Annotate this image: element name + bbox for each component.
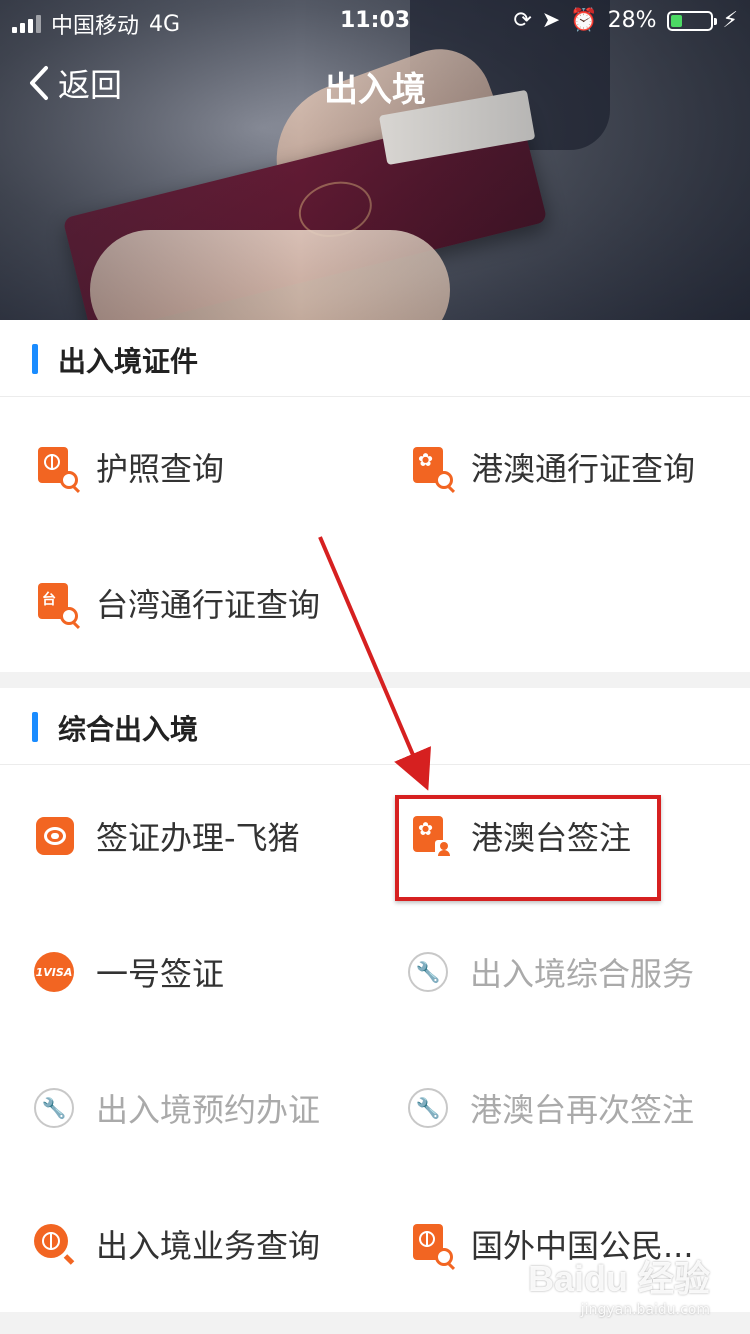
status-bar: 中国移动 4G 11:03 ⟳ ➤ ⏰ 28% ⚡ [0, 0, 750, 40]
section-header: 出入境证件 [0, 320, 750, 397]
section-title: 综合出入境 [58, 713, 199, 746]
wrench-icon: 🔧 [408, 952, 448, 992]
menu-item-label: 台湾通行证查询 [96, 586, 321, 624]
menu-item-hk-macau-permit-search[interactable]: ✿ 港澳通行证查询 [413, 432, 750, 502]
menu-item-label: 护照查询 [96, 450, 225, 488]
fliggy-pig-icon [36, 817, 74, 855]
hk-macau-permit-search-icon: ✿ [413, 447, 453, 489]
menu-item-appointment[interactable]: 🔧 出入境预约办证 [34, 1073, 394, 1143]
header-banner [0, 0, 750, 320]
passport-search-icon [38, 447, 78, 489]
page-title: 出入境 [324, 70, 426, 110]
menu-item-label: 港澳通行证查询 [471, 450, 696, 488]
menu-item-visa-fliggy[interactable]: 签证办理-飞猪 [36, 801, 396, 871]
section-title: 出入境证件 [58, 345, 199, 378]
menu-item-label: 一号签证 [96, 955, 225, 993]
battery-percent: 28% [607, 8, 657, 33]
menu-item-label: 出入境业务查询 [96, 1227, 321, 1265]
menu-item-label: 出入境预约办证 [96, 1091, 321, 1129]
menu-item-1visa[interactable]: 1VISA 一号签证 [34, 937, 394, 1007]
menu-item-label: 出入境综合服务 [470, 955, 695, 993]
1visa-icon: 1VISA [34, 952, 74, 992]
watermark-brand: Baidu 经验 [527, 1258, 710, 1299]
section-documents: 出入境证件 护照查询 ✿ 港澳通行证查询 台 台湾通行证查询 [0, 320, 750, 672]
watermark-url: jingyan.baidu.com [580, 1302, 710, 1318]
alarm-icon: ⏰ [570, 8, 598, 33]
menu-item-label: 签证办理-飞猪 [96, 819, 300, 857]
menu-item-label: 港澳台再次签注 [470, 1091, 695, 1129]
menu-item-business-query[interactable]: 出入境业务查询 [34, 1209, 394, 1279]
section-accent-bar [32, 712, 38, 742]
battery-icon [666, 10, 717, 31]
menu-item-general-service[interactable]: 🔧 出入境综合服务 [408, 937, 750, 1007]
menu-item-taiwan-permit-search[interactable]: 台 台湾通行证查询 [38, 568, 398, 638]
menu-item-passport-search[interactable]: 护照查询 [38, 432, 398, 502]
baidu-watermark: Baidu 经验 jingyan.baidu.com [528, 1250, 710, 1318]
annotation-highlight-box [395, 795, 661, 901]
charging-icon: ⚡ [722, 8, 738, 33]
rotation-lock-icon: ⟳ [513, 8, 532, 33]
nav-bar: 返回 出入境 [0, 50, 750, 120]
menu-item-re-endorsement[interactable]: 🔧 港澳台再次签注 [408, 1073, 750, 1143]
section-header: 综合出入境 [0, 688, 750, 765]
location-icon: ➤ [541, 8, 561, 33]
globe-search-icon [34, 1224, 75, 1265]
wrench-icon: 🔧 [34, 1088, 74, 1128]
wrench-icon: 🔧 [408, 1088, 448, 1128]
globe-document-icon [413, 1224, 453, 1266]
section-accent-bar [32, 344, 38, 374]
section-general: 综合出入境 签证办理-飞猪 ✿ 港澳台签注 1VISA 一号签证 🔧 出入境综合… [0, 688, 750, 1312]
taiwan-permit-search-icon: 台 [38, 583, 78, 625]
